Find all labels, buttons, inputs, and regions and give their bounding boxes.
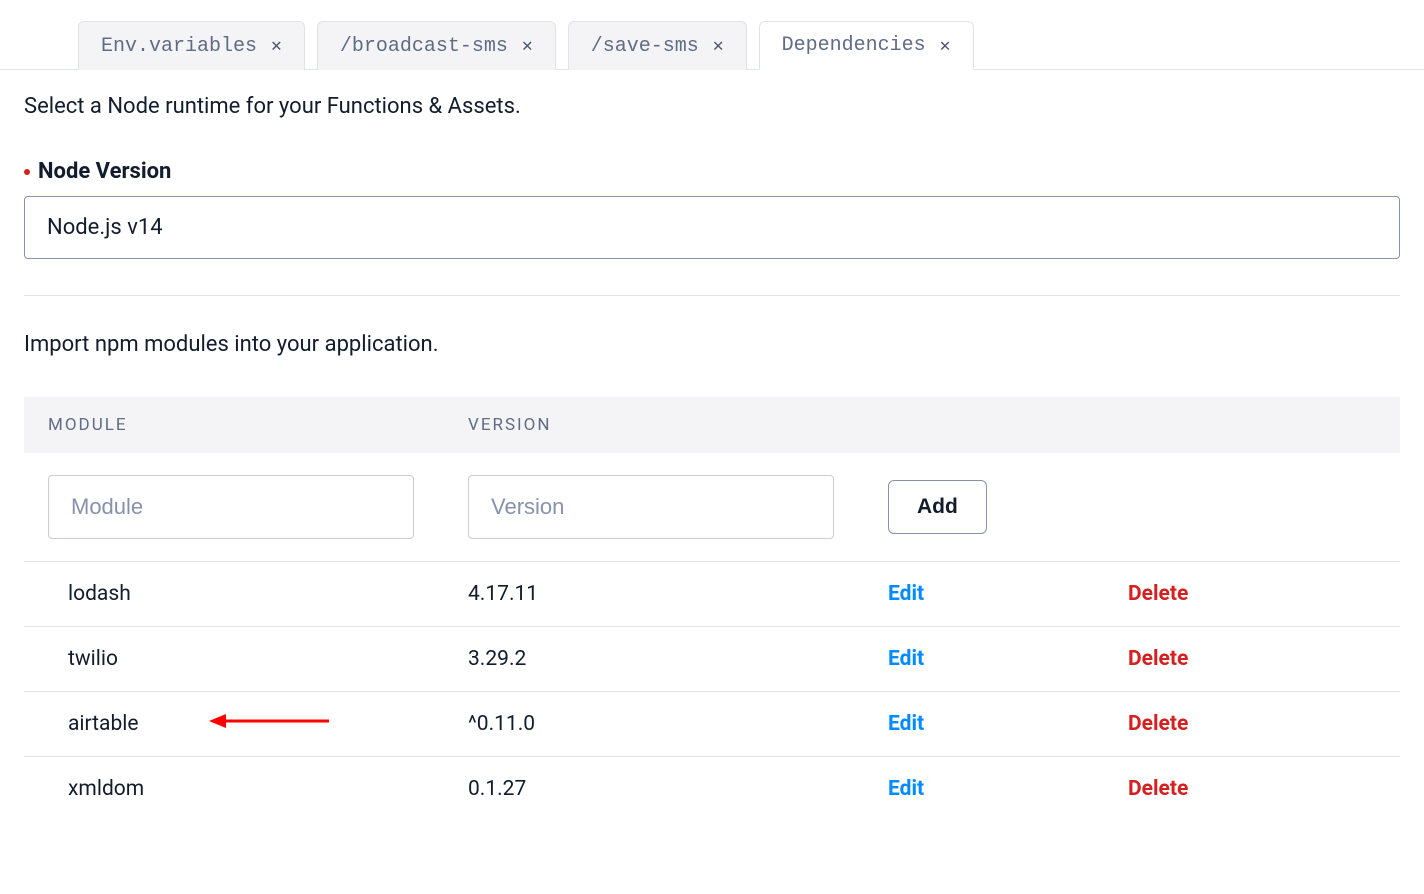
delete-button[interactable]: Delete [1128,712,1188,736]
tab-env-variables[interactable]: Env.variables ✕ [78,21,305,70]
module-name: airtable [68,712,468,736]
tab-label: Dependencies [782,34,926,57]
module-version: 3.29.2 [468,647,888,671]
close-icon[interactable]: ✕ [940,35,951,57]
close-icon[interactable]: ✕ [713,35,724,57]
tab-label: /broadcast-sms [340,35,508,58]
edit-button[interactable]: Edit [888,582,924,606]
edit-button[interactable]: Edit [888,647,924,671]
module-name: lodash [68,582,468,606]
node-version-select[interactable]: Node.js v14 [24,196,1400,259]
table-row: xmldom 0.1.27 Edit Delete [24,757,1400,821]
required-indicator-icon [24,169,30,175]
module-name: xmldom [68,777,468,801]
tab-save-sms[interactable]: /save-sms ✕ [568,21,747,70]
add-module-row: Add [24,453,1400,562]
close-icon[interactable]: ✕ [522,35,533,57]
section-divider [24,295,1400,296]
version-input[interactable] [468,475,834,539]
header-version: VERSION [468,415,888,435]
tab-broadcast-sms[interactable]: /broadcast-sms ✕ [317,21,556,70]
runtime-description: Select a Node runtime for your Functions… [24,94,1400,119]
delete-button[interactable]: Delete [1128,777,1188,801]
module-input[interactable] [48,475,414,539]
node-version-label-row: Node Version [24,159,1400,184]
table-header-row: MODULE VERSION [24,397,1400,453]
tab-bar: Env.variables ✕ /broadcast-sms ✕ /save-s… [0,0,1424,70]
module-name: twilio [68,647,468,671]
table-row: lodash 4.17.11 Edit Delete [24,562,1400,627]
module-version: 4.17.11 [468,582,888,606]
modules-table: MODULE VERSION Add lodash 4.17.11 Edit D… [24,397,1400,821]
content-area: Select a Node runtime for your Functions… [0,70,1424,821]
tab-label: /save-sms [591,35,699,58]
delete-button[interactable]: Delete [1128,582,1188,606]
node-version-label: Node Version [38,159,171,184]
table-row: twilio 3.29.2 Edit Delete [24,627,1400,692]
edit-button[interactable]: Edit [888,777,924,801]
tab-dependencies[interactable]: Dependencies ✕ [759,21,974,70]
module-version: 0.1.27 [468,777,888,801]
close-icon[interactable]: ✕ [271,35,282,57]
tab-label: Env.variables [101,35,257,58]
edit-button[interactable]: Edit [888,712,924,736]
table-row: airtable ^0.11.0 Edit Delete [24,692,1400,757]
module-version: ^0.11.0 [468,712,888,736]
modules-description: Import npm modules into your application… [24,332,1400,357]
add-button[interactable]: Add [888,480,987,534]
delete-button[interactable]: Delete [1128,647,1188,671]
header-module: MODULE [48,415,468,435]
